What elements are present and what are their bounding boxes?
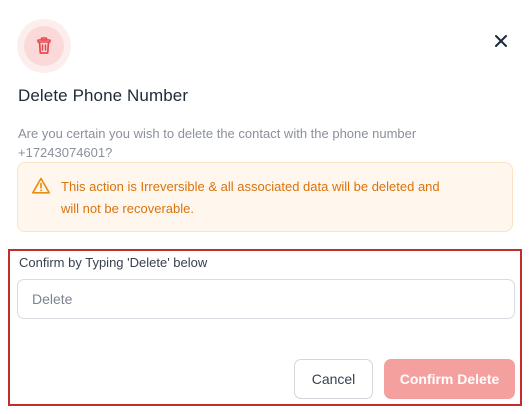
dialog-title: Delete Phone Number bbox=[18, 86, 189, 105]
close-icon bbox=[495, 35, 507, 47]
warning-text: This action is Irreversible & all associ… bbox=[61, 179, 440, 216]
confirm-delete-input[interactable] bbox=[17, 279, 515, 319]
confirm-delete-section: Confirm by Typing 'Delete' below Cancel … bbox=[8, 249, 522, 406]
confirm-input-label: Confirm by Typing 'Delete' below bbox=[19, 255, 208, 270]
warning-alert: This action is Irreversible & all associ… bbox=[17, 162, 513, 232]
warning-triangle-icon bbox=[31, 177, 51, 194]
confirm-delete-button[interactable]: Confirm Delete bbox=[384, 359, 515, 399]
close-button[interactable] bbox=[490, 30, 512, 52]
header-icon-badge bbox=[17, 19, 71, 73]
trash-icon bbox=[37, 37, 51, 54]
dialog-description: Are you certain you wish to delete the c… bbox=[18, 126, 417, 160]
delete-phone-number-dialog: Delete Phone Number Are you certain you … bbox=[0, 0, 531, 414]
header-icon-inner bbox=[24, 26, 64, 66]
cancel-button[interactable]: Cancel bbox=[294, 359, 373, 399]
